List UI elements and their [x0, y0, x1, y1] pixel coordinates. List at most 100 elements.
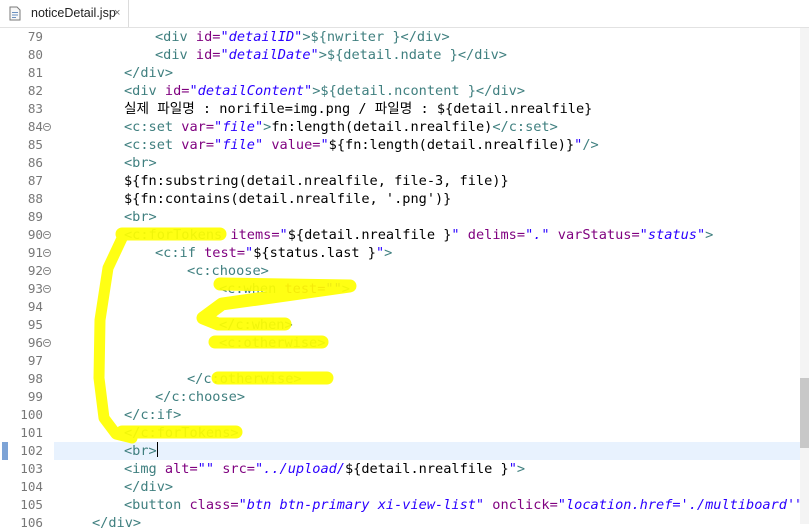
code-token: test= [284, 281, 326, 297]
code-line[interactable]: 102 <br> [0, 442, 800, 460]
code-line[interactable]: 106 </div> [0, 514, 800, 532]
code-area[interactable]: <br> [54, 154, 800, 172]
code-area[interactable] [54, 352, 800, 370]
code-area[interactable]: ${fn:substring(detail.nrealfile, file-3,… [54, 172, 800, 190]
fold-toggle-icon[interactable]: − [43, 285, 51, 293]
code-token: <c:if [155, 245, 205, 261]
code-line[interactable]: 86 <br> [0, 154, 800, 172]
code-token: <c:choose> [187, 263, 269, 279]
code-line[interactable]: 80 <div id="detailDate">${detail.ndate }<… [0, 46, 800, 64]
code-line[interactable]: 97 [0, 352, 800, 370]
code-area[interactable]: <button class="btn btn-primary xi-view-l… [54, 496, 809, 514]
fold-toggle-icon[interactable]: − [43, 267, 51, 275]
line-number: 94 [27, 299, 43, 314]
code-area[interactable]: </c:if> [54, 406, 800, 424]
code-area[interactable]: <div id="detailDate">${detail.ndate }</d… [54, 46, 800, 64]
code-line[interactable]: 91− <c:if test="${status.last }"> [0, 244, 800, 262]
code-area[interactable]: <c:forTokens items="${detail.nrealfile }… [54, 226, 800, 244]
code-area[interactable]: <c:choose> [54, 262, 800, 280]
code-token: >${detail.ndate }</div> [318, 47, 507, 63]
fold-toggle-icon[interactable]: − [43, 339, 51, 347]
code-area[interactable]: <c:otherwise> [54, 334, 800, 352]
code-text: <c:set var="file">fn:length(detail.nreal… [124, 118, 558, 136]
code-area[interactable]: <img alt="" src="../upload/${detail.nrea… [54, 460, 800, 478]
code-text: <br> [124, 154, 157, 172]
line-number: 83 [27, 101, 43, 116]
code-area[interactable]: <c:when test=""> [54, 280, 800, 298]
code-area[interactable]: 실제 파일명 : norifile=img.png / 파일명 : ${deta… [54, 100, 800, 118]
code-token: <c:set [124, 119, 182, 135]
fold-toggle-icon[interactable]: − [43, 231, 51, 239]
code-line[interactable]: 87 ${fn:substring(detail.nrealfile, file-… [0, 172, 800, 190]
code-token: <c:forTokens [124, 227, 231, 243]
code-token: > [384, 245, 393, 261]
code-line[interactable]: 94 [0, 298, 800, 316]
code-line[interactable]: 88 ${fn:contains(detail.nrealfile, '.png'… [0, 190, 800, 208]
line-number: 99 [27, 389, 43, 404]
code-line[interactable]: 103 <img alt="" src="../upload/${detail.n… [0, 460, 800, 478]
code-area[interactable]: </div> [54, 514, 800, 532]
tab-noticedetail[interactable]: noticeDetail.jsp × [0, 0, 129, 27]
code-area[interactable]: </c:otherwise> [54, 370, 800, 388]
code-line[interactable]: 105 <button class="btn btn-primary xi-vie… [0, 496, 809, 514]
code-line[interactable]: 100 </c:if> [0, 406, 800, 424]
code-area[interactable]: <c:set var="file" value="${fn:length(det… [54, 136, 800, 154]
code-token: <div [155, 47, 196, 63]
code-area[interactable]: <br> [54, 442, 800, 460]
code-token: " [279, 227, 288, 243]
code-line[interactable]: 83 실제 파일명 : norifile=img.png / 파일명 : ${de… [0, 100, 800, 118]
code-line[interactable]: 82 <div id="detailContent">${detail.ncont… [0, 82, 800, 100]
fold-toggle-icon[interactable]: − [43, 249, 51, 257]
code-area[interactable]: </div> [54, 64, 800, 82]
line-number: 97 [27, 353, 43, 368]
scrollbar-thumb[interactable] [800, 378, 809, 448]
close-icon[interactable]: × [114, 7, 120, 19]
code-line[interactable]: 93− <c:when test=""> [0, 280, 800, 298]
code-line[interactable]: 104 </div> [0, 478, 800, 496]
code-area[interactable]: </c:forTokens> [54, 424, 800, 442]
code-area[interactable]: </div> [54, 478, 800, 496]
line-number: 101 [20, 425, 43, 440]
code-line[interactable]: 84− <c:set var="file">fn:length(detail.nr… [0, 118, 800, 136]
code-line[interactable]: 79 <div id="detailID">${nwriter }</div> [0, 28, 800, 46]
code-area[interactable]: <div id="detailID">${nwriter }</div> [54, 28, 800, 46]
line-number: 102 [20, 443, 43, 458]
code-token: "location.href='./multiboard'" [557, 497, 804, 513]
code-area[interactable]: <c:set var="file">fn:length(detail.nreal… [54, 118, 800, 136]
code-editor[interactable]: 79 <div id="detailID">${nwriter }</div> 80… [0, 28, 809, 531]
code-text: <c:set var="file" value="${fn:length(det… [124, 136, 599, 154]
fold-toggle-icon[interactable]: − [43, 123, 51, 131]
code-text: </c:forTokens> [124, 424, 239, 442]
code-text: <div id="detailContent">${detail.nconten… [124, 82, 525, 100]
code-area[interactable]: <br> [54, 208, 800, 226]
code-token: 실제 파일명 : norifile=img.png / 파일명 : ${deta… [124, 101, 593, 117]
code-token: "detailContent" [189, 83, 313, 99]
code-line[interactable]: 92− <c:choose> [0, 262, 800, 280]
code-line[interactable]: 99 </c:choose> [0, 388, 800, 406]
code-line[interactable]: 85 <c:set var="file" value="${fn:length(d… [0, 136, 800, 154]
line-number: 84 [27, 119, 43, 134]
code-line[interactable]: 95 </c:when> [0, 316, 800, 334]
code-line[interactable]: 101 </c:forTokens> [0, 424, 800, 442]
vertical-scrollbar[interactable] [800, 28, 809, 524]
code-line[interactable]: 96− <c:otherwise> [0, 334, 800, 352]
code-line[interactable]: 90− <c:forTokens items="${detail.nrealfil… [0, 226, 800, 244]
code-line[interactable]: 89 <br> [0, 208, 800, 226]
code-text: <button class="btn btn-primary xi-view-l… [124, 496, 809, 514]
code-area[interactable]: </c:choose> [54, 388, 800, 406]
code-line[interactable]: 98 </c:otherwise> [0, 370, 800, 388]
line-number: 90 [27, 227, 43, 242]
code-area[interactable] [54, 298, 800, 316]
code-area[interactable]: <div id="detailContent">${detail.nconten… [54, 82, 800, 100]
code-text: <c:when test=""> [219, 280, 350, 298]
code-text: <c:if test="${status.last }"> [155, 244, 392, 262]
code-area[interactable]: <c:if test="${status.last }"> [54, 244, 800, 262]
code-text: <br> [124, 208, 157, 226]
code-text: </c:otherwise> [187, 370, 302, 388]
code-token: "btn btn-primary xi-view-list" [238, 497, 485, 513]
code-token: <img [124, 461, 165, 477]
code-area[interactable]: </c:when> [54, 316, 800, 334]
code-text: ${fn:substring(detail.nrealfile, file-3,… [124, 172, 509, 190]
code-line[interactable]: 81 </div> [0, 64, 800, 82]
code-area[interactable]: ${fn:contains(detail.nrealfile, '.png')} [54, 190, 800, 208]
